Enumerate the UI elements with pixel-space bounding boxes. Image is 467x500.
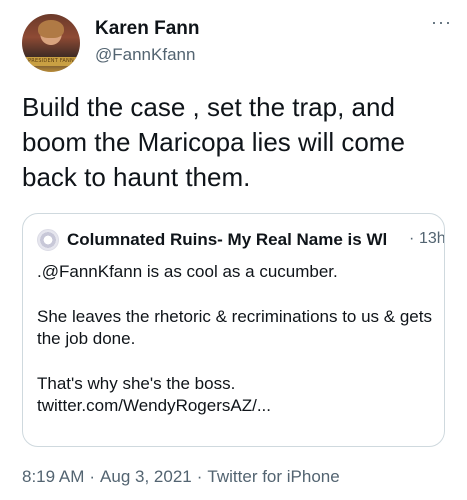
avatar-caption: PRESIDENT FANN (22, 57, 80, 66)
meta-separator: · (89, 467, 96, 486)
tweet-source[interactable]: Twitter for iPhone (207, 467, 339, 486)
quoted-separator: · (409, 230, 415, 247)
quoted-tweet-card[interactable]: Columnated Ruins- My Real Name is Wl · 1… (22, 213, 445, 447)
author-handle[interactable]: @FannKfann (95, 45, 195, 65)
tweet-time[interactable]: 8:19 AM (22, 467, 84, 486)
tweet-date[interactable]: Aug 3, 2021 (100, 467, 192, 486)
avatar-hair (38, 20, 64, 38)
quoted-timestamp: 13h (419, 230, 445, 247)
quoted-tweet-header: Columnated Ruins- My Real Name is Wl · 1… (37, 228, 444, 252)
author-avatar[interactable]: PRESIDENT FANN (22, 14, 80, 72)
quoted-link[interactable]: twitter.com/WendyRogersAZ/... (37, 395, 437, 418)
author-name[interactable]: Karen Fann (95, 18, 200, 40)
quoted-author-avatar (37, 229, 59, 251)
tweet-header: PRESIDENT FANN Karen Fann @FannKfann ··· (22, 12, 452, 76)
meta-separator: · (196, 467, 203, 486)
quoted-line: She leaves the rhetoric & recriminations… (37, 306, 432, 349)
tweet-text: Build the case , set the trap, and boom … (22, 92, 405, 192)
more-options-icon[interactable]: ··· (431, 12, 452, 33)
quoted-author-name: Columnated Ruins- My Real Name is Wl (67, 230, 388, 249)
tweet-meta: 8:19 AM · Aug 3, 2021 · Twitter for iPhone (22, 467, 340, 487)
quoted-tweet-body: .@FannKfann is as cool as a cucumber. Sh… (37, 261, 437, 418)
quoted-line: That's why she's the boss. (37, 373, 236, 393)
quoted-line: .@FannKfann is as cool as a cucumber. (37, 262, 338, 281)
